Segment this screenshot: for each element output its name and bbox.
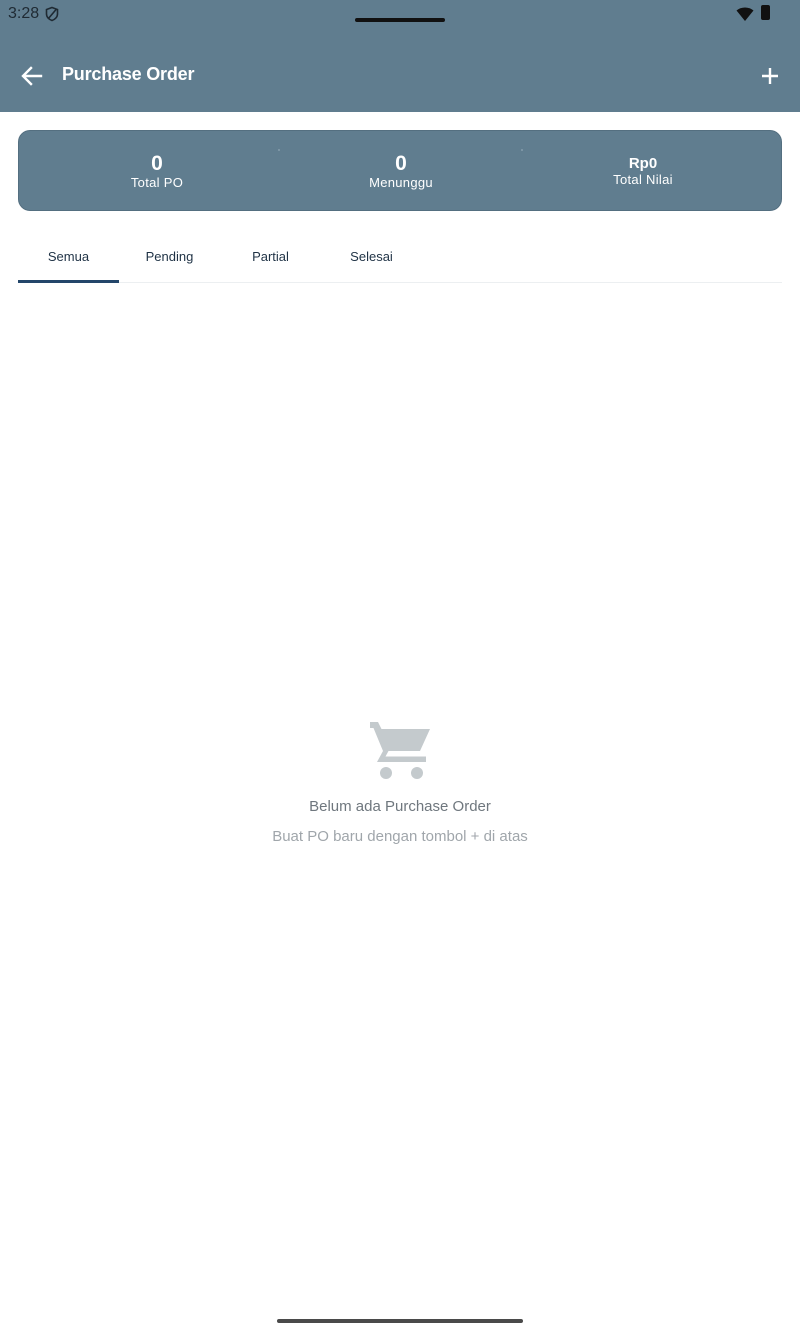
empty-state: Belum ada Purchase Order Buat PO baru de… <box>0 718 800 845</box>
shield-icon <box>45 6 59 22</box>
battery-icon <box>761 5 770 20</box>
divider-dot <box>521 149 523 151</box>
tab-partial[interactable]: Partial <box>220 230 321 282</box>
status-time: 3:28 <box>8 5 40 22</box>
status-tabs: Semua Pending Partial Selesai <box>18 230 782 283</box>
tab-selesai[interactable]: Selesai <box>321 230 422 282</box>
tab-indicator <box>18 280 119 283</box>
empty-state-title: Belum ada Purchase Order <box>309 798 491 815</box>
notch-bar <box>355 18 445 22</box>
summary-card: 0 Total PO 0 Menunggu Rp0 Total Nilai <box>18 130 782 211</box>
stat-waiting: 0 Menunggu <box>301 131 501 212</box>
stat-total-value: Rp0 Total Nilai <box>543 131 743 212</box>
divider-dot <box>278 149 280 151</box>
tab-semua[interactable]: Semua <box>18 230 119 282</box>
stat-total-value-label: Total Nilai <box>613 172 673 187</box>
add-po-button[interactable] <box>752 58 788 94</box>
app-bar: 3:28 Purchase Order <box>0 0 800 112</box>
back-arrow-icon <box>21 66 43 86</box>
stat-waiting-value: 0 <box>395 151 407 175</box>
stat-total-value-value: Rp0 <box>628 155 658 172</box>
shopping-cart-icon <box>370 722 430 779</box>
tab-pending[interactable]: Pending <box>119 230 220 282</box>
stat-total-po-value: 0 <box>151 151 163 175</box>
add-icon <box>762 68 778 84</box>
stat-total-po: 0 Total PO <box>57 131 257 212</box>
empty-state-subtitle: Buat PO baru dengan tombol + di atas <box>272 828 528 845</box>
home-indicator[interactable] <box>277 1319 523 1323</box>
stat-total-po-label: Total PO <box>130 174 184 190</box>
stat-waiting-label: Menunggu <box>369 174 433 190</box>
back-button[interactable] <box>14 58 50 94</box>
page-title: Purchase Order <box>62 64 195 84</box>
status-bar: 3:28 <box>0 0 800 28</box>
wifi-icon <box>736 7 754 21</box>
